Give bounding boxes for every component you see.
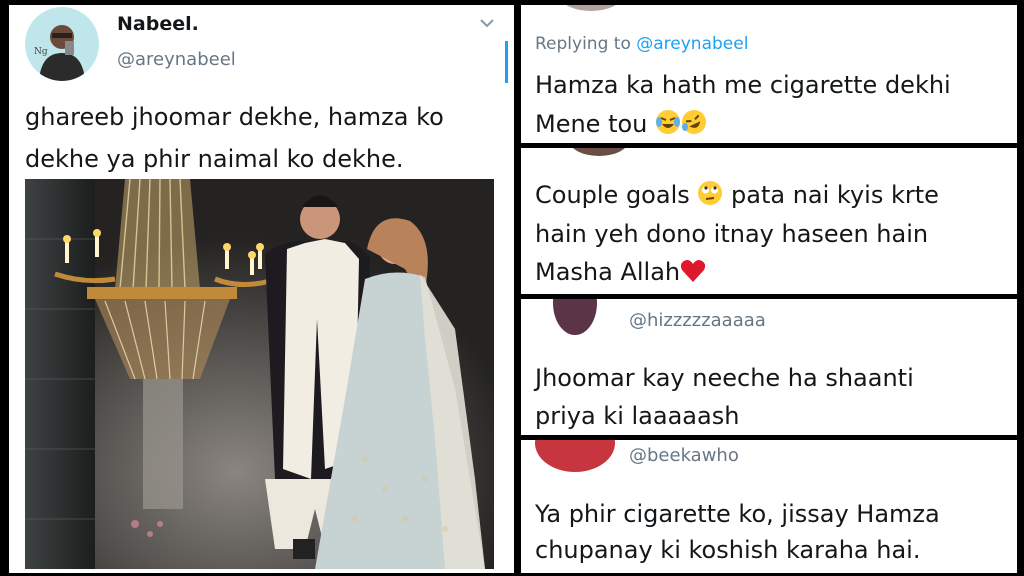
reply-1-line2-wrap: Mene tou	[535, 109, 707, 141]
reply-avatar-1[interactable]	[561, 5, 621, 11]
reply-2-line2: hain yeh dono itnay haseen hain	[535, 220, 929, 248]
rolling-eyes-emoji-icon	[697, 180, 723, 212]
reply-avatar-2[interactable]	[569, 148, 629, 156]
tweet-author-handle[interactable]: @areynabeel	[117, 49, 236, 70]
reply-avatar-4[interactable]	[535, 440, 615, 472]
tweet-author-name[interactable]: Nabeel.	[117, 13, 199, 35]
rolling-laughing-emoji-icon	[681, 109, 707, 141]
reply-4-line2: chupanay ki koshish karaha hai.	[535, 536, 921, 564]
tweet-text-line2: dekhe ya phir naimal ko dekhe.	[25, 145, 404, 173]
reply-4-line1: Ya phir cigarette ko, jissay Hamza	[535, 500, 940, 528]
reply-card-3: @hizzzzzaaaaa Jhoomar kay neeche ha shaa…	[521, 299, 1017, 435]
reply-card-4: @beekawho Ya phir cigarette ko, jissay H…	[521, 440, 1017, 573]
reply-3-line2: priya ki laaaaash	[535, 402, 740, 430]
reply-2-line3: Masha Allah	[535, 258, 681, 286]
reply-card-1: Replying to @areynabeel Hamza ka hath me…	[521, 5, 1017, 143]
tears-of-joy-emoji-icon	[655, 109, 681, 141]
tweet-author-avatar[interactable]: Ng	[25, 7, 99, 81]
reply-2-line1-rest: pata nai kyis krte	[731, 181, 939, 209]
svg-text:Ng: Ng	[34, 47, 48, 57]
tweet-photo[interactable]	[25, 179, 494, 569]
reply-1-line1: Hamza ka hath me cigarette dekhi	[535, 71, 951, 99]
reply-2-line1: Couple goals	[535, 181, 690, 209]
replying-to-handle[interactable]: @areynabeel	[636, 34, 748, 54]
reply-3-line1: Jhoomar kay neeche ha shaanti	[535, 364, 914, 392]
reply-avatar-3[interactable]	[553, 299, 597, 335]
replying-to-prefix: Replying to	[535, 34, 637, 54]
reply-3-handle[interactable]: @hizzzzzaaaaa	[629, 310, 766, 331]
scroll-indicator	[505, 41, 508, 83]
tweet-card: Ng Nabeel. @areynabeel ghareeb jhoomar d…	[9, 5, 514, 573]
red-heart-emoji-icon	[680, 259, 706, 289]
reply-4-handle[interactable]: @beekawho	[629, 445, 739, 466]
reply-card-2: Couple goals pata nai kyis krte hain yeh…	[521, 148, 1017, 294]
reply-2-line1-wrap: Couple goals pata nai kyis krte	[535, 180, 939, 212]
chevron-down-icon[interactable]	[477, 15, 497, 31]
tweet-text-line1: ghareeb jhoomar dekhe, hamza ko	[25, 103, 444, 131]
reply-2-line3-wrap: Masha Allah	[535, 258, 706, 289]
replying-to-label: Replying to @areynabeel	[535, 34, 748, 54]
reply-1-line2: Mene tou	[535, 110, 648, 138]
